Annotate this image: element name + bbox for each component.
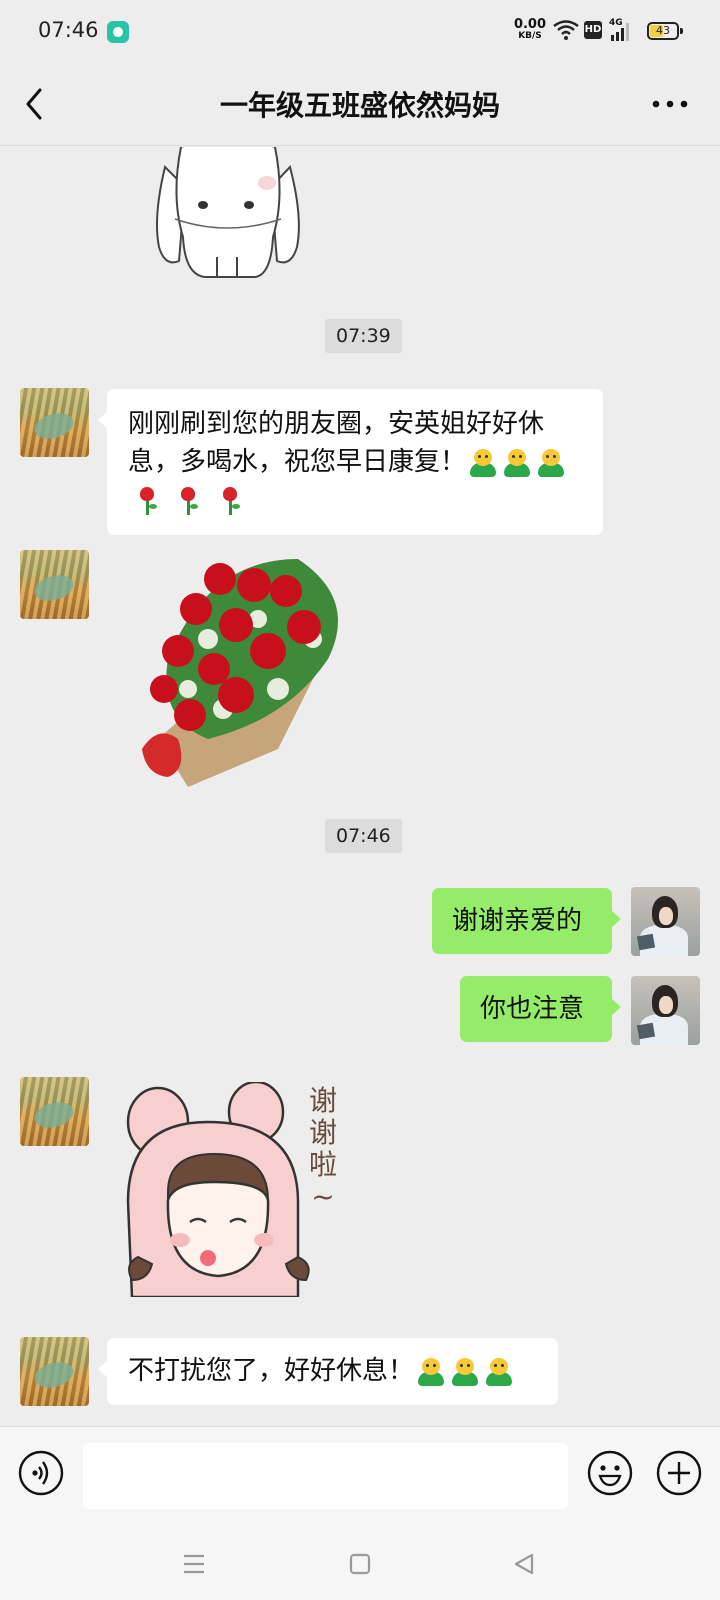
back-triangle-icon xyxy=(514,1553,534,1575)
home-button[interactable] xyxy=(340,1544,380,1584)
wifi-icon xyxy=(553,20,579,40)
hug-emoji xyxy=(535,448,567,478)
friend-avatar[interactable] xyxy=(20,550,89,619)
message-bubble-self[interactable]: 谢谢亲爱的 xyxy=(432,888,621,954)
plus-icon xyxy=(656,1450,702,1496)
more-options-button[interactable] xyxy=(640,82,700,126)
hug-emoji xyxy=(449,1357,481,1387)
page-title: 一年级五班盛依然妈妈 xyxy=(219,89,500,122)
friend-avatar[interactable] xyxy=(20,1077,89,1146)
menu-button[interactable] xyxy=(174,1544,214,1584)
timestamp: 07:46 xyxy=(325,819,402,853)
voice-button[interactable] xyxy=(18,1450,64,1496)
friend-avatar[interactable] xyxy=(20,1337,89,1406)
battery-level: 43 xyxy=(656,24,670,37)
smiley-icon xyxy=(587,1450,633,1496)
chat-message-list[interactable]: 07:39 刚刚刷到您的朋友圈，安英姐好好休 息，多喝水，祝您早日康复！ 07:… xyxy=(0,147,720,1426)
battery-icon: 43 xyxy=(647,22,683,40)
more-functions-button[interactable] xyxy=(656,1450,702,1496)
hug-emoji xyxy=(501,448,533,478)
message-text-line: 息，多喝水，祝您早日康复！ xyxy=(128,443,583,481)
chevron-left-icon xyxy=(26,88,42,120)
message-text: 谢谢亲爱的 xyxy=(452,906,583,936)
chat-bubble-icon xyxy=(107,21,129,43)
message-text: 不打扰您了，好好休息！ xyxy=(128,1356,415,1386)
self-avatar[interactable] xyxy=(631,887,700,956)
network-speed-unit: KB/S xyxy=(518,31,542,41)
white-rabbit-sticker[interactable] xyxy=(145,147,310,283)
home-square-icon xyxy=(349,1553,371,1575)
system-nav-bar xyxy=(0,1526,720,1600)
hug-emoji xyxy=(415,1357,447,1387)
menu-icon xyxy=(184,1554,204,1574)
back-button[interactable] xyxy=(14,82,58,126)
chat-header: 一年级五班盛依然妈妈 xyxy=(0,62,720,146)
message-emoji-line xyxy=(128,481,583,519)
network-speed: 0.00 KB/S xyxy=(512,18,548,41)
self-avatar[interactable] xyxy=(631,976,700,1045)
rose-emoji xyxy=(173,485,203,517)
hug-emoji xyxy=(467,448,499,478)
message-text: 你也注意 xyxy=(480,994,585,1024)
friend-avatar[interactable] xyxy=(20,388,89,457)
message-bubble[interactable]: 不打扰您了，好好休息！ xyxy=(98,1338,558,1405)
emoji-button[interactable] xyxy=(587,1450,633,1496)
rose-emoji xyxy=(132,485,162,517)
hd-badge: HD xyxy=(584,21,602,39)
network-speed-value: 0.00 xyxy=(513,17,547,32)
message-input[interactable] xyxy=(83,1443,568,1509)
voice-icon xyxy=(18,1450,64,1496)
hug-emoji xyxy=(483,1357,515,1387)
message-bubble-self[interactable]: 你也注意 xyxy=(460,976,621,1042)
status-bar: 07:46 0.00 KB/S HD 4G 43 xyxy=(0,0,720,62)
signal-icon: 4G xyxy=(609,18,639,42)
nav-back-button[interactable] xyxy=(504,1544,544,1584)
sticker-caption: 谢 谢 啦 ~ xyxy=(308,1084,337,1213)
message-bubble[interactable]: 刚刚刷到您的朋友圈，安英姐好好休 息，多喝水，祝您早日康复！ xyxy=(98,389,603,535)
timestamp: 07:39 xyxy=(325,319,402,353)
more-dots-icon xyxy=(652,100,688,108)
rose-bouquet-sticker[interactable] xyxy=(128,539,358,799)
rose-emoji xyxy=(215,485,245,517)
message-input-bar xyxy=(0,1426,720,1526)
status-time: 07:46 xyxy=(38,18,99,42)
message-text-line: 刚刚刷到您的朋友圈，安英姐好好休 xyxy=(128,409,545,439)
